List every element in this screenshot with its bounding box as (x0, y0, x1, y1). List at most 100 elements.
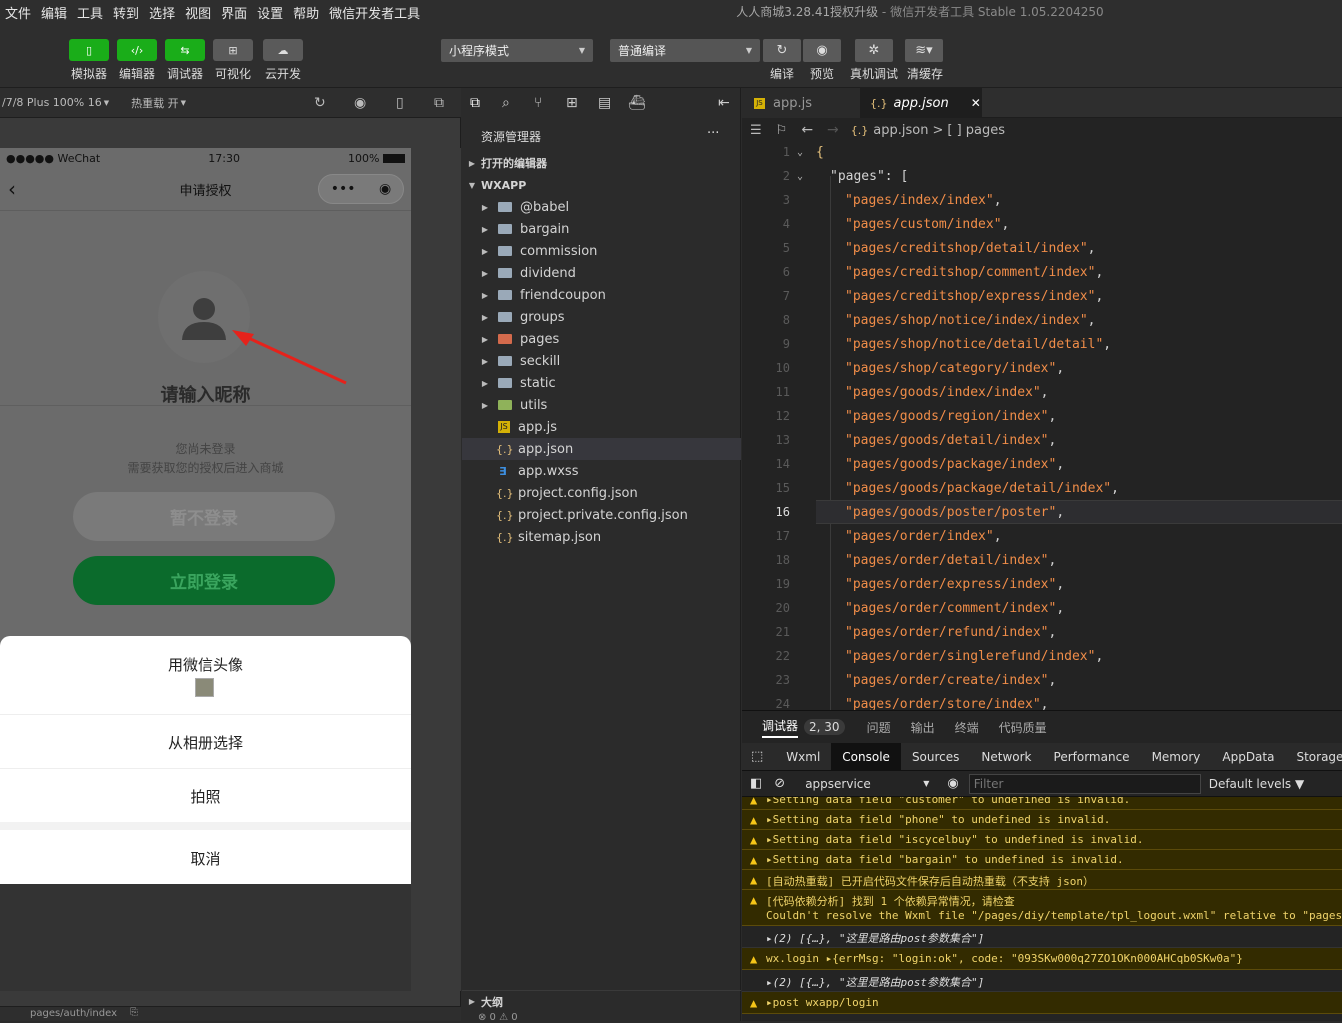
console-output[interactable]: ▲ ▸Setting data field "customer" to undef… (742, 797, 1342, 1022)
skip-login-button[interactable]: 暂不登录 (73, 492, 335, 541)
tab-appdata[interactable]: AppData (1211, 743, 1285, 771)
tab-storage[interactable]: Storage (1285, 743, 1342, 771)
tree-folder-babel[interactable]: ▶ @babel (462, 196, 741, 218)
tab-issues[interactable]: 问题 (867, 719, 891, 736)
cloud-button[interactable]: ☁ (263, 39, 303, 61)
tree-file-app-wxss[interactable]: ∃ app.wxss (462, 460, 741, 482)
sheet-cancel-button[interactable]: 取消 (0, 848, 411, 869)
tab-wxml[interactable]: Wxml (775, 743, 831, 771)
fold-chevron-icon[interactable]: ⌄ (797, 171, 803, 182)
context-select[interactable]: appservice (805, 777, 923, 791)
git-branch-icon[interactable]: ⑂ (534, 95, 542, 111)
compile-mode-select[interactable]: 普通编译 ▼ (610, 39, 760, 62)
sheet-option-album[interactable]: 从相册选择 (0, 732, 411, 753)
menu-file[interactable]: 文件 (0, 3, 36, 22)
tree-folder-static[interactable]: ▶ static (462, 372, 741, 394)
remote-debug-button[interactable]: ✲ (855, 39, 893, 62)
debugger-toggle-button[interactable]: ⇆ (165, 39, 205, 61)
menu-goto[interactable]: 转到 (108, 3, 144, 22)
phone-icon[interactable]: ▯ (396, 95, 404, 111)
tab-network[interactable]: Network (970, 743, 1042, 771)
sheet-option-camera[interactable]: 拍照 (0, 786, 411, 807)
sheet-option-wechat-avatar[interactable]: 用微信头像 (0, 654, 411, 675)
tree-folder-commission[interactable]: ▶ commission (462, 240, 741, 262)
tab-performance[interactable]: Performance (1043, 743, 1141, 771)
copy-icon[interactable]: ⎘ (130, 1007, 138, 1018)
tree-folder-dividend[interactable]: ▶ dividend (462, 262, 741, 284)
more-dots-icon[interactable]: ••• (331, 181, 356, 197)
capsule-menu[interactable]: ••• ◉ (318, 174, 404, 204)
breadcrumb-file[interactable]: app.json (873, 123, 928, 138)
nickname-input[interactable]: 请输入昵称 (0, 381, 411, 407)
tab-app-json[interactable]: {.} app.json ✕ (860, 88, 982, 118)
console-filter-input[interactable] (968, 773, 1201, 794)
forward-arrow-icon[interactable]: → (827, 122, 839, 138)
menu-wechat-devtools[interactable]: 微信开发者工具 (324, 3, 425, 22)
tree-folder-friendcoupon[interactable]: ▶ friendcoupon (462, 284, 741, 306)
menu-select[interactable]: 选择 (144, 3, 180, 22)
visual-button[interactable]: ⊞ (213, 39, 253, 61)
inspect-icon[interactable]: ⬚ (751, 749, 763, 764)
login-button[interactable]: 立即登录 (73, 556, 335, 605)
simulator-toggle-button[interactable]: ▯ (69, 39, 109, 61)
tab-terminal[interactable]: 终端 (955, 719, 979, 736)
rotate-icon[interactable]: ↻ (314, 95, 326, 111)
outline-section[interactable]: ▶ 大纲 (462, 990, 741, 1012)
tab-memory[interactable]: Memory (1141, 743, 1212, 771)
collapse-panel-icon[interactable]: ⇤ (718, 95, 730, 111)
device-select[interactable]: /7/8 Plus 100% 16 (2, 96, 102, 109)
close-icon[interactable]: ✕ (971, 96, 981, 110)
clear-cache-button[interactable]: ≋▾ (905, 39, 943, 62)
page-path[interactable]: pages/auth/index (30, 1008, 117, 1019)
project-section[interactable]: ▼ WXAPP (462, 174, 741, 196)
tree-file-app-js[interactable]: JS app.js (462, 416, 741, 438)
breadcrumb-node[interactable]: [ ] pages (947, 123, 1005, 138)
problems-count[interactable]: ⊗ 0 ⚠ 0 (478, 1012, 518, 1023)
tab-output[interactable]: 输出 (911, 719, 935, 736)
clear-console-icon[interactable]: ⊘ (774, 776, 785, 791)
mode-select[interactable]: 小程序模式 ▼ (441, 39, 593, 62)
tab-console[interactable]: Console (831, 742, 901, 771)
editor-toggle-button[interactable]: ‹/› (117, 39, 157, 61)
menu-tools[interactable]: 工具 (72, 3, 108, 22)
tree-folder-bargain[interactable]: ▶ bargain (462, 218, 741, 240)
tree-folder-utils[interactable]: ▶ utils (462, 394, 741, 416)
compile-button[interactable]: ↻ (763, 39, 801, 62)
fold-chevron-icon[interactable]: ⌄ (797, 147, 803, 158)
tree-file-sitemap[interactable]: {.} sitemap.json (462, 526, 741, 548)
list-icon[interactable]: ☰ (750, 123, 762, 138)
back-arrow-icon[interactable]: ‹ (8, 177, 16, 201)
extensions-icon[interactable]: ⊞ (566, 95, 578, 111)
tree-folder-groups[interactable]: ▶ groups (462, 306, 741, 328)
menu-interface[interactable]: 界面 (216, 3, 252, 22)
hot-reload-select[interactable]: 热重载 开 (131, 95, 179, 111)
tab-sources[interactable]: Sources (901, 743, 970, 771)
open-editors-section[interactable]: ▶ 打开的编辑器 (462, 152, 741, 174)
tab-app-js[interactable]: JS app.js (742, 88, 860, 118)
tree-folder-pages[interactable]: ▶ pages (462, 328, 741, 350)
bookmark-icon[interactable]: ⚐ (776, 123, 788, 138)
tab-code-quality[interactable]: 代码质量 (999, 719, 1047, 736)
log-levels-select[interactable]: Default levels ▼ (1209, 777, 1305, 791)
record-icon[interactable]: ◉ (354, 95, 366, 111)
menu-edit[interactable]: 编辑 (36, 3, 72, 22)
search-icon[interactable]: ⌕ (502, 95, 510, 111)
tab-debugger[interactable]: 调试器 (762, 717, 799, 738)
code-area[interactable]: 1 ⌄ {2 ⌄ "pages": [3 "pages/index/index", 4 "pa… (742, 140, 1342, 710)
files-icon[interactable]: ⧉ (470, 95, 480, 111)
close-circle-icon[interactable]: ◉ (379, 181, 391, 197)
menu-settings[interactable]: 设置 (252, 3, 288, 22)
tree-file-project-private-config[interactable]: {.} project.private.config.json (462, 504, 741, 526)
eye-icon[interactable]: ◉ (947, 776, 958, 791)
menu-view[interactable]: 视图 (180, 3, 216, 22)
popout-icon[interactable]: ⧉ (434, 95, 444, 111)
menu-help[interactable]: 帮助 (288, 3, 324, 22)
docker-icon[interactable]: ⛴ (628, 95, 646, 111)
more-icon[interactable]: ··· (707, 126, 719, 141)
preview-button[interactable]: ◉ (803, 39, 841, 62)
tree-folder-seckill[interactable]: ▶ seckill (462, 350, 741, 372)
database-icon[interactable]: ▤ (598, 95, 611, 111)
tree-file-project-config[interactable]: {.} project.config.json (462, 482, 741, 504)
tree-file-app-json[interactable]: {.} app.json (462, 438, 741, 460)
sidebar-toggle-icon[interactable]: ◧ (750, 776, 762, 791)
